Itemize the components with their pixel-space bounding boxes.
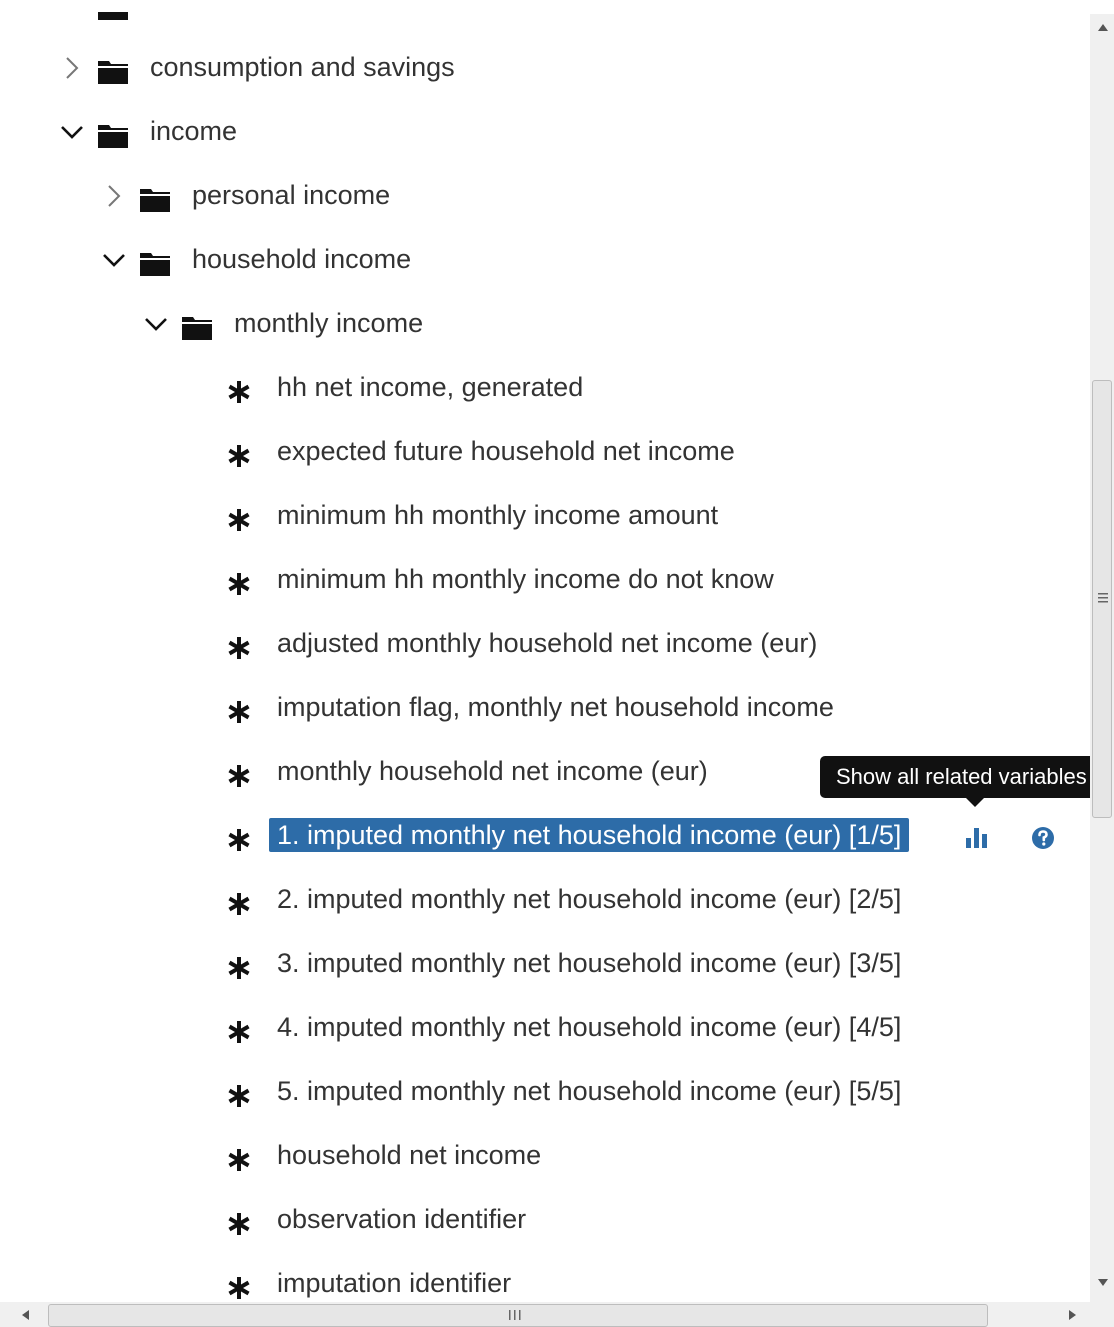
asterisk-icon [228, 1149, 250, 1171]
tree-variable-node[interactable]: hh net income, generated [0, 368, 1090, 408]
tree-variable-node[interactable]: minimum hh monthly income do not know [0, 560, 1090, 600]
variable-tree: consumption and savings income personal in… [0, 0, 1090, 1302]
variable-label[interactable]: 4. imputed monthly net household income … [269, 1010, 909, 1044]
tree-folder-node[interactable]: consumption and savings [0, 48, 1090, 88]
folder-label[interactable]: consumption and savings [142, 50, 463, 84]
folder-icon [98, 12, 128, 20]
asterisk-icon [228, 1021, 250, 1043]
scroll-up-arrow-icon[interactable] [1096, 22, 1110, 34]
folder-label[interactable]: monthly income [226, 306, 431, 340]
tree-variable-node[interactable]: imputation flag, monthly net household i… [0, 688, 1090, 728]
folder-icon [140, 189, 170, 212]
variable-label[interactable]: imputation identifier [269, 1266, 519, 1300]
tree-folder-node[interactable]: income [0, 112, 1090, 152]
tree-variable-node[interactable]: 2. imputed monthly net household income … [0, 880, 1090, 920]
asterisk-icon [228, 1277, 250, 1299]
asterisk-icon [228, 1213, 250, 1235]
asterisk-icon [228, 637, 250, 659]
chevron-right-icon[interactable] [102, 184, 126, 208]
question-circle-icon[interactable] [1031, 826, 1055, 850]
asterisk-icon [228, 829, 250, 851]
tooltip-text: Show all related variables [836, 764, 1087, 789]
tooltip: Show all related variables [820, 756, 1103, 798]
variable-label[interactable]: 2. imputed monthly net household income … [269, 882, 909, 916]
tree-variable-node[interactable]: imputation identifier [0, 1264, 1090, 1302]
tree-variable-node[interactable]: 5. imputed monthly net household income … [0, 1072, 1090, 1112]
variable-label[interactable]: minimum hh monthly income do not know [269, 562, 782, 596]
scroll-left-arrow-icon[interactable] [20, 1308, 32, 1322]
tree-variable-node[interactable]: observation identifier [0, 1200, 1090, 1240]
asterisk-icon [228, 381, 250, 403]
asterisk-icon [228, 701, 250, 723]
folder-icon [140, 253, 170, 276]
tooltip-arrow [966, 798, 984, 807]
variable-label[interactable]: 5. imputed monthly net household income … [269, 1074, 909, 1108]
chevron-down-icon[interactable] [60, 120, 84, 144]
asterisk-icon [228, 893, 250, 915]
asterisk-icon [228, 957, 250, 979]
tree-variable-node[interactable]: 3. imputed monthly net household income … [0, 944, 1090, 984]
variable-label[interactable]: household net income [269, 1138, 549, 1172]
folder-icon [98, 61, 128, 84]
chevron-right-icon[interactable] [60, 56, 84, 80]
asterisk-icon [228, 445, 250, 467]
variable-label[interactable]: observation identifier [269, 1202, 534, 1236]
asterisk-icon [228, 573, 250, 595]
scroll-right-arrow-icon[interactable] [1066, 1308, 1078, 1322]
grip-icon [1098, 593, 1108, 603]
chevron-down-icon[interactable] [102, 248, 126, 272]
tree-variable-node[interactable]: household net income [0, 1136, 1090, 1176]
folder-label[interactable]: income [142, 114, 245, 148]
tree-variable-node[interactable]: minimum hh monthly income amount [0, 496, 1090, 536]
tree-variable-node[interactable]: 1. imputed monthly net household income … [0, 816, 1090, 856]
tree-folder-node[interactable]: monthly income [0, 304, 1090, 344]
tree-folder-node[interactable]: personal income [0, 176, 1090, 216]
grip-icon [509, 1310, 521, 1320]
variable-label[interactable]: minimum hh monthly income amount [269, 498, 726, 532]
tree-folder-node[interactable]: household income [0, 240, 1090, 280]
folder-icon [98, 125, 128, 148]
scrollbar-corner [1090, 1302, 1114, 1327]
asterisk-icon [228, 509, 250, 531]
variable-label[interactable]: monthly household net income (eur) [269, 754, 716, 788]
folder-label[interactable]: household income [184, 242, 419, 276]
variable-label[interactable]: 3. imputed monthly net household income … [269, 946, 909, 980]
variable-label[interactable]: hh net income, generated [269, 370, 591, 404]
variable-label[interactable]: 1. imputed monthly net household income … [269, 818, 910, 852]
bar-chart-icon[interactable] [965, 826, 991, 848]
folder-icon [182, 317, 212, 340]
asterisk-icon [228, 765, 250, 787]
tree-variable-node[interactable]: 4. imputed monthly net household income … [0, 1008, 1090, 1048]
variable-label[interactable]: expected future household net income [269, 434, 743, 468]
tree-variable-node[interactable]: expected future household net income [0, 432, 1090, 472]
variable-label[interactable]: adjusted monthly household net income (e… [269, 626, 825, 660]
tree-variable-node[interactable]: adjusted monthly household net income (e… [0, 624, 1090, 664]
scroll-down-arrow-icon[interactable] [1096, 1276, 1110, 1288]
chevron-down-icon[interactable] [144, 312, 168, 336]
folder-label[interactable]: personal income [184, 178, 398, 212]
asterisk-icon [228, 1085, 250, 1107]
variable-label[interactable]: imputation flag, monthly net household i… [269, 690, 842, 724]
